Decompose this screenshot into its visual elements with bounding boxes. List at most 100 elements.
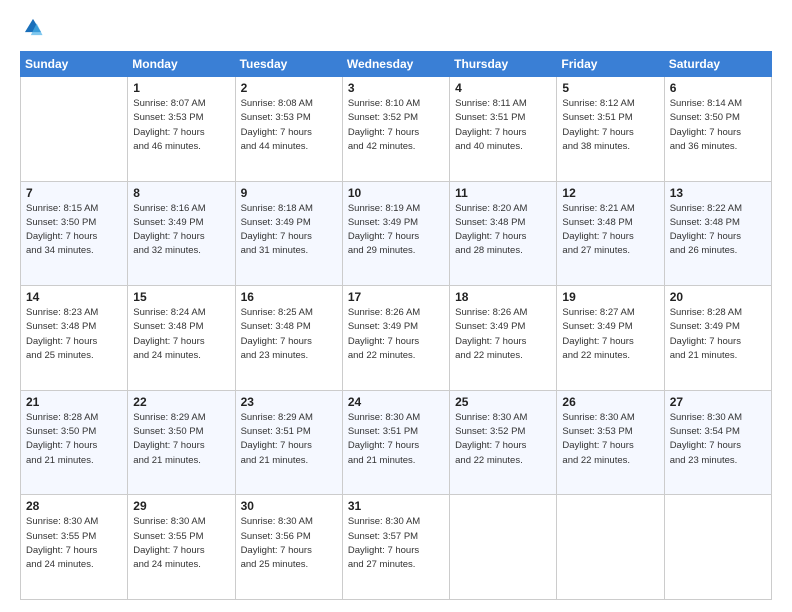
week-row-5: 28 Sunrise: 8:30 AMSunset: 3:55 PMDayligh…: [21, 495, 772, 600]
day-info: Sunrise: 8:22 AMSunset: 3:48 PMDaylight:…: [670, 202, 766, 259]
calendar-cell: 2 Sunrise: 8:08 AMSunset: 3:53 PMDaylight…: [235, 77, 342, 182]
day-info: Sunrise: 8:07 AMSunset: 3:53 PMDaylight:…: [133, 97, 229, 154]
day-number: 2: [241, 81, 337, 95]
day-info: Sunrise: 8:30 AMSunset: 3:55 PMDaylight:…: [133, 515, 229, 572]
calendar-cell: 7 Sunrise: 8:15 AMSunset: 3:50 PMDaylight…: [21, 181, 128, 286]
day-number: 15: [133, 290, 229, 304]
day-number: 11: [455, 186, 551, 200]
day-info: Sunrise: 8:21 AMSunset: 3:48 PMDaylight:…: [562, 202, 658, 259]
page: SundayMondayTuesdayWednesdayThursdayFrid…: [0, 0, 792, 612]
day-number: 13: [670, 186, 766, 200]
col-header-friday: Friday: [557, 52, 664, 77]
day-info: Sunrise: 8:30 AMSunset: 3:53 PMDaylight:…: [562, 411, 658, 468]
day-info: Sunrise: 8:12 AMSunset: 3:51 PMDaylight:…: [562, 97, 658, 154]
day-number: 14: [26, 290, 122, 304]
week-row-1: 1 Sunrise: 8:07 AMSunset: 3:53 PMDaylight…: [21, 77, 772, 182]
calendar-cell: 16 Sunrise: 8:25 AMSunset: 3:48 PMDayligh…: [235, 286, 342, 391]
day-number: 24: [348, 395, 444, 409]
day-info: Sunrise: 8:23 AMSunset: 3:48 PMDaylight:…: [26, 306, 122, 363]
week-row-4: 21 Sunrise: 8:28 AMSunset: 3:50 PMDayligh…: [21, 390, 772, 495]
day-number: 6: [670, 81, 766, 95]
day-number: 5: [562, 81, 658, 95]
col-header-sunday: Sunday: [21, 52, 128, 77]
day-info: Sunrise: 8:25 AMSunset: 3:48 PMDaylight:…: [241, 306, 337, 363]
day-info: Sunrise: 8:29 AMSunset: 3:51 PMDaylight:…: [241, 411, 337, 468]
calendar-cell: 27Sunrise: 8:30 AMSunset: 3:54 PMDayligh…: [664, 390, 771, 495]
day-info: Sunrise: 8:18 AMSunset: 3:49 PMDaylight:…: [241, 202, 337, 259]
day-info: Sunrise: 8:28 AMSunset: 3:50 PMDaylight:…: [26, 411, 122, 468]
week-row-3: 14 Sunrise: 8:23 AMSunset: 3:48 PMDayligh…: [21, 286, 772, 391]
day-info: Sunrise: 8:19 AMSunset: 3:49 PMDaylight:…: [348, 202, 444, 259]
day-info: Sunrise: 8:15 AMSunset: 3:50 PMDaylight:…: [26, 202, 122, 259]
day-number: 17: [348, 290, 444, 304]
calendar-cell: 3 Sunrise: 8:10 AMSunset: 3:52 PMDaylight…: [342, 77, 449, 182]
day-number: 16: [241, 290, 337, 304]
day-number: 9: [241, 186, 337, 200]
calendar-cell: 1 Sunrise: 8:07 AMSunset: 3:53 PMDaylight…: [128, 77, 235, 182]
calendar-cell: 26 Sunrise: 8:30 AMSunset: 3:53 PMDayligh…: [557, 390, 664, 495]
day-number: 28: [26, 499, 122, 513]
day-number: 4: [455, 81, 551, 95]
day-number: 1: [133, 81, 229, 95]
calendar-cell: 13 Sunrise: 8:22 AMSunset: 3:48 PMDayligh…: [664, 181, 771, 286]
calendar-cell: [557, 495, 664, 600]
header: [20, 16, 772, 43]
calendar-cell: 18 Sunrise: 8:26 AMSunset: 3:49 PMDayligh…: [450, 286, 557, 391]
calendar-cell: 22Sunrise: 8:29 AMSunset: 3:50 PMDayligh…: [128, 390, 235, 495]
calendar-cell: 25 Sunrise: 8:30 AMSunset: 3:52 PMDayligh…: [450, 390, 557, 495]
day-info: Sunrise: 8:30 AMSunset: 3:55 PMDaylight:…: [26, 515, 122, 572]
col-header-saturday: Saturday: [664, 52, 771, 77]
day-info: Sunrise: 8:30 AMSunset: 3:54 PMDaylight:…: [670, 411, 766, 468]
calendar-cell: 21 Sunrise: 8:28 AMSunset: 3:50 PMDayligh…: [21, 390, 128, 495]
calendar-cell: 20Sunrise: 8:28 AMSunset: 3:49 PMDayligh…: [664, 286, 771, 391]
day-info: Sunrise: 8:26 AMSunset: 3:49 PMDaylight:…: [455, 306, 551, 363]
day-info: Sunrise: 8:30 AMSunset: 3:56 PMDaylight:…: [241, 515, 337, 572]
calendar-cell: 4 Sunrise: 8:11 AMSunset: 3:51 PMDaylight…: [450, 77, 557, 182]
week-row-2: 7 Sunrise: 8:15 AMSunset: 3:50 PMDaylight…: [21, 181, 772, 286]
day-info: Sunrise: 8:16 AMSunset: 3:49 PMDaylight:…: [133, 202, 229, 259]
calendar-table: SundayMondayTuesdayWednesdayThursdayFrid…: [20, 51, 772, 600]
calendar-cell: 24 Sunrise: 8:30 AMSunset: 3:51 PMDayligh…: [342, 390, 449, 495]
day-number: 7: [26, 186, 122, 200]
calendar-cell: 5 Sunrise: 8:12 AMSunset: 3:51 PMDaylight…: [557, 77, 664, 182]
day-info: Sunrise: 8:27 AMSunset: 3:49 PMDaylight:…: [562, 306, 658, 363]
calendar-cell: 19 Sunrise: 8:27 AMSunset: 3:49 PMDayligh…: [557, 286, 664, 391]
day-info: Sunrise: 8:08 AMSunset: 3:53 PMDaylight:…: [241, 97, 337, 154]
day-info: Sunrise: 8:10 AMSunset: 3:52 PMDaylight:…: [348, 97, 444, 154]
calendar-cell: 28 Sunrise: 8:30 AMSunset: 3:55 PMDayligh…: [21, 495, 128, 600]
day-number: 23: [241, 395, 337, 409]
calendar-cell: 17 Sunrise: 8:26 AMSunset: 3:49 PMDayligh…: [342, 286, 449, 391]
day-info: Sunrise: 8:26 AMSunset: 3:49 PMDaylight:…: [348, 306, 444, 363]
day-number: 19: [562, 290, 658, 304]
day-info: Sunrise: 8:11 AMSunset: 3:51 PMDaylight:…: [455, 97, 551, 154]
col-header-wednesday: Wednesday: [342, 52, 449, 77]
calendar-cell: 29Sunrise: 8:30 AMSunset: 3:55 PMDayligh…: [128, 495, 235, 600]
day-info: Sunrise: 8:24 AMSunset: 3:48 PMDaylight:…: [133, 306, 229, 363]
day-number: 30: [241, 499, 337, 513]
day-number: 3: [348, 81, 444, 95]
day-number: 26: [562, 395, 658, 409]
calendar-cell: 9 Sunrise: 8:18 AMSunset: 3:49 PMDaylight…: [235, 181, 342, 286]
day-info: Sunrise: 8:30 AMSunset: 3:52 PMDaylight:…: [455, 411, 551, 468]
day-number: 18: [455, 290, 551, 304]
day-number: 21: [26, 395, 122, 409]
calendar-cell: 8Sunrise: 8:16 AMSunset: 3:49 PMDaylight…: [128, 181, 235, 286]
logo: [20, 16, 48, 43]
day-number: 25: [455, 395, 551, 409]
calendar-cell: 14 Sunrise: 8:23 AMSunset: 3:48 PMDayligh…: [21, 286, 128, 391]
logo-icon: [22, 16, 44, 38]
day-info: Sunrise: 8:28 AMSunset: 3:49 PMDaylight:…: [670, 306, 766, 363]
col-header-tuesday: Tuesday: [235, 52, 342, 77]
day-number: 10: [348, 186, 444, 200]
calendar-cell: 6 Sunrise: 8:14 AMSunset: 3:50 PMDaylight…: [664, 77, 771, 182]
calendar-cell: [450, 495, 557, 600]
day-number: 31: [348, 499, 444, 513]
day-info: Sunrise: 8:29 AMSunset: 3:50 PMDaylight:…: [133, 411, 229, 468]
calendar-header-row: SundayMondayTuesdayWednesdayThursdayFrid…: [21, 52, 772, 77]
day-info: Sunrise: 8:14 AMSunset: 3:50 PMDaylight:…: [670, 97, 766, 154]
calendar-cell: 30 Sunrise: 8:30 AMSunset: 3:56 PMDayligh…: [235, 495, 342, 600]
calendar-cell: [664, 495, 771, 600]
col-header-monday: Monday: [128, 52, 235, 77]
col-header-thursday: Thursday: [450, 52, 557, 77]
day-info: Sunrise: 8:30 AMSunset: 3:51 PMDaylight:…: [348, 411, 444, 468]
